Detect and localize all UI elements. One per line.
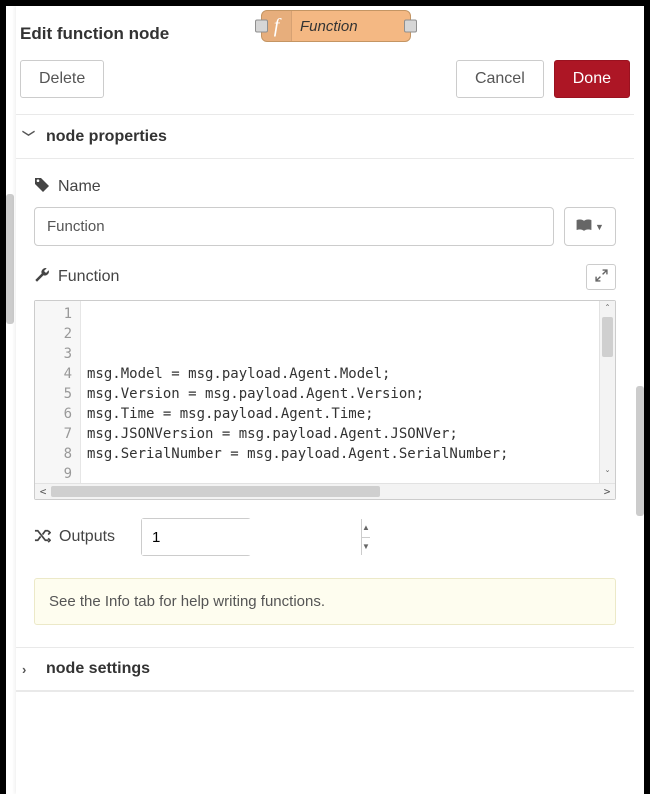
book-icon xyxy=(576,218,592,236)
scroll-up-icon[interactable]: ˆ xyxy=(600,301,615,317)
shuffle-icon xyxy=(34,528,51,547)
wrench-icon xyxy=(34,267,50,287)
done-button[interactable]: Done xyxy=(554,60,630,98)
delete-button[interactable]: Delete xyxy=(20,60,104,98)
scroll-right-icon[interactable]: > xyxy=(599,485,615,498)
expand-icon xyxy=(595,269,608,285)
cancel-button[interactable]: Cancel xyxy=(456,60,544,98)
node-preview-label: Function xyxy=(292,18,410,35)
scroll-left-icon[interactable]: < xyxy=(35,485,51,498)
section-node-properties-title: node properties xyxy=(46,128,167,146)
chevron-down-icon: ﹀ xyxy=(22,127,36,146)
outputs-spinner[interactable]: ▲ ▼ xyxy=(141,518,251,556)
section-node-settings[interactable]: › node settings xyxy=(16,647,634,691)
caret-down-icon: ▼ xyxy=(595,222,604,232)
name-label: Name xyxy=(58,178,101,196)
info-tip: See the Info tab for help writing functi… xyxy=(34,578,616,625)
name-input[interactable] xyxy=(34,207,554,246)
outputs-label: Outputs xyxy=(59,528,115,546)
name-library-button[interactable]: ▼ xyxy=(564,207,616,246)
function-node-icon: f xyxy=(262,11,292,41)
outer-right-scrollbar[interactable] xyxy=(636,386,644,516)
editor-vertical-scrollbar[interactable]: ˆ ˇ xyxy=(599,301,615,483)
code-content[interactable]: msg.Model = msg.payload.Agent.Model;msg.… xyxy=(81,301,599,483)
chevron-right-icon: › xyxy=(22,662,36,677)
scroll-down-icon[interactable]: ˇ xyxy=(600,467,615,483)
section-node-settings-title: node settings xyxy=(46,660,150,678)
tag-icon xyxy=(34,177,50,197)
function-label: Function xyxy=(58,268,119,286)
code-editor[interactable]: 12345678910 msg.Model = msg.payload.Agen… xyxy=(34,300,616,500)
edit-panel: Edit function node f Function Delete Can… xyxy=(16,6,634,794)
section-node-properties[interactable]: ﹀ node properties xyxy=(16,114,634,159)
panel-title: Edit function node xyxy=(20,24,169,44)
code-gutter: 12345678910 xyxy=(35,301,81,483)
outputs-decrement-button[interactable]: ▼ xyxy=(362,538,370,556)
editor-horizontal-scrollbar[interactable]: < > xyxy=(35,483,615,499)
outer-left-scrollbar[interactable] xyxy=(6,194,14,324)
node-properties-body: Name ▼ Function xyxy=(16,159,634,633)
outputs-increment-button[interactable]: ▲ xyxy=(362,519,370,538)
expand-editor-button[interactable] xyxy=(586,264,616,290)
scroll-thumb-horizontal[interactable] xyxy=(51,486,380,497)
node-preview-pill: f Function xyxy=(261,10,411,42)
scroll-thumb-vertical[interactable] xyxy=(602,317,613,357)
outputs-input[interactable] xyxy=(142,519,361,555)
